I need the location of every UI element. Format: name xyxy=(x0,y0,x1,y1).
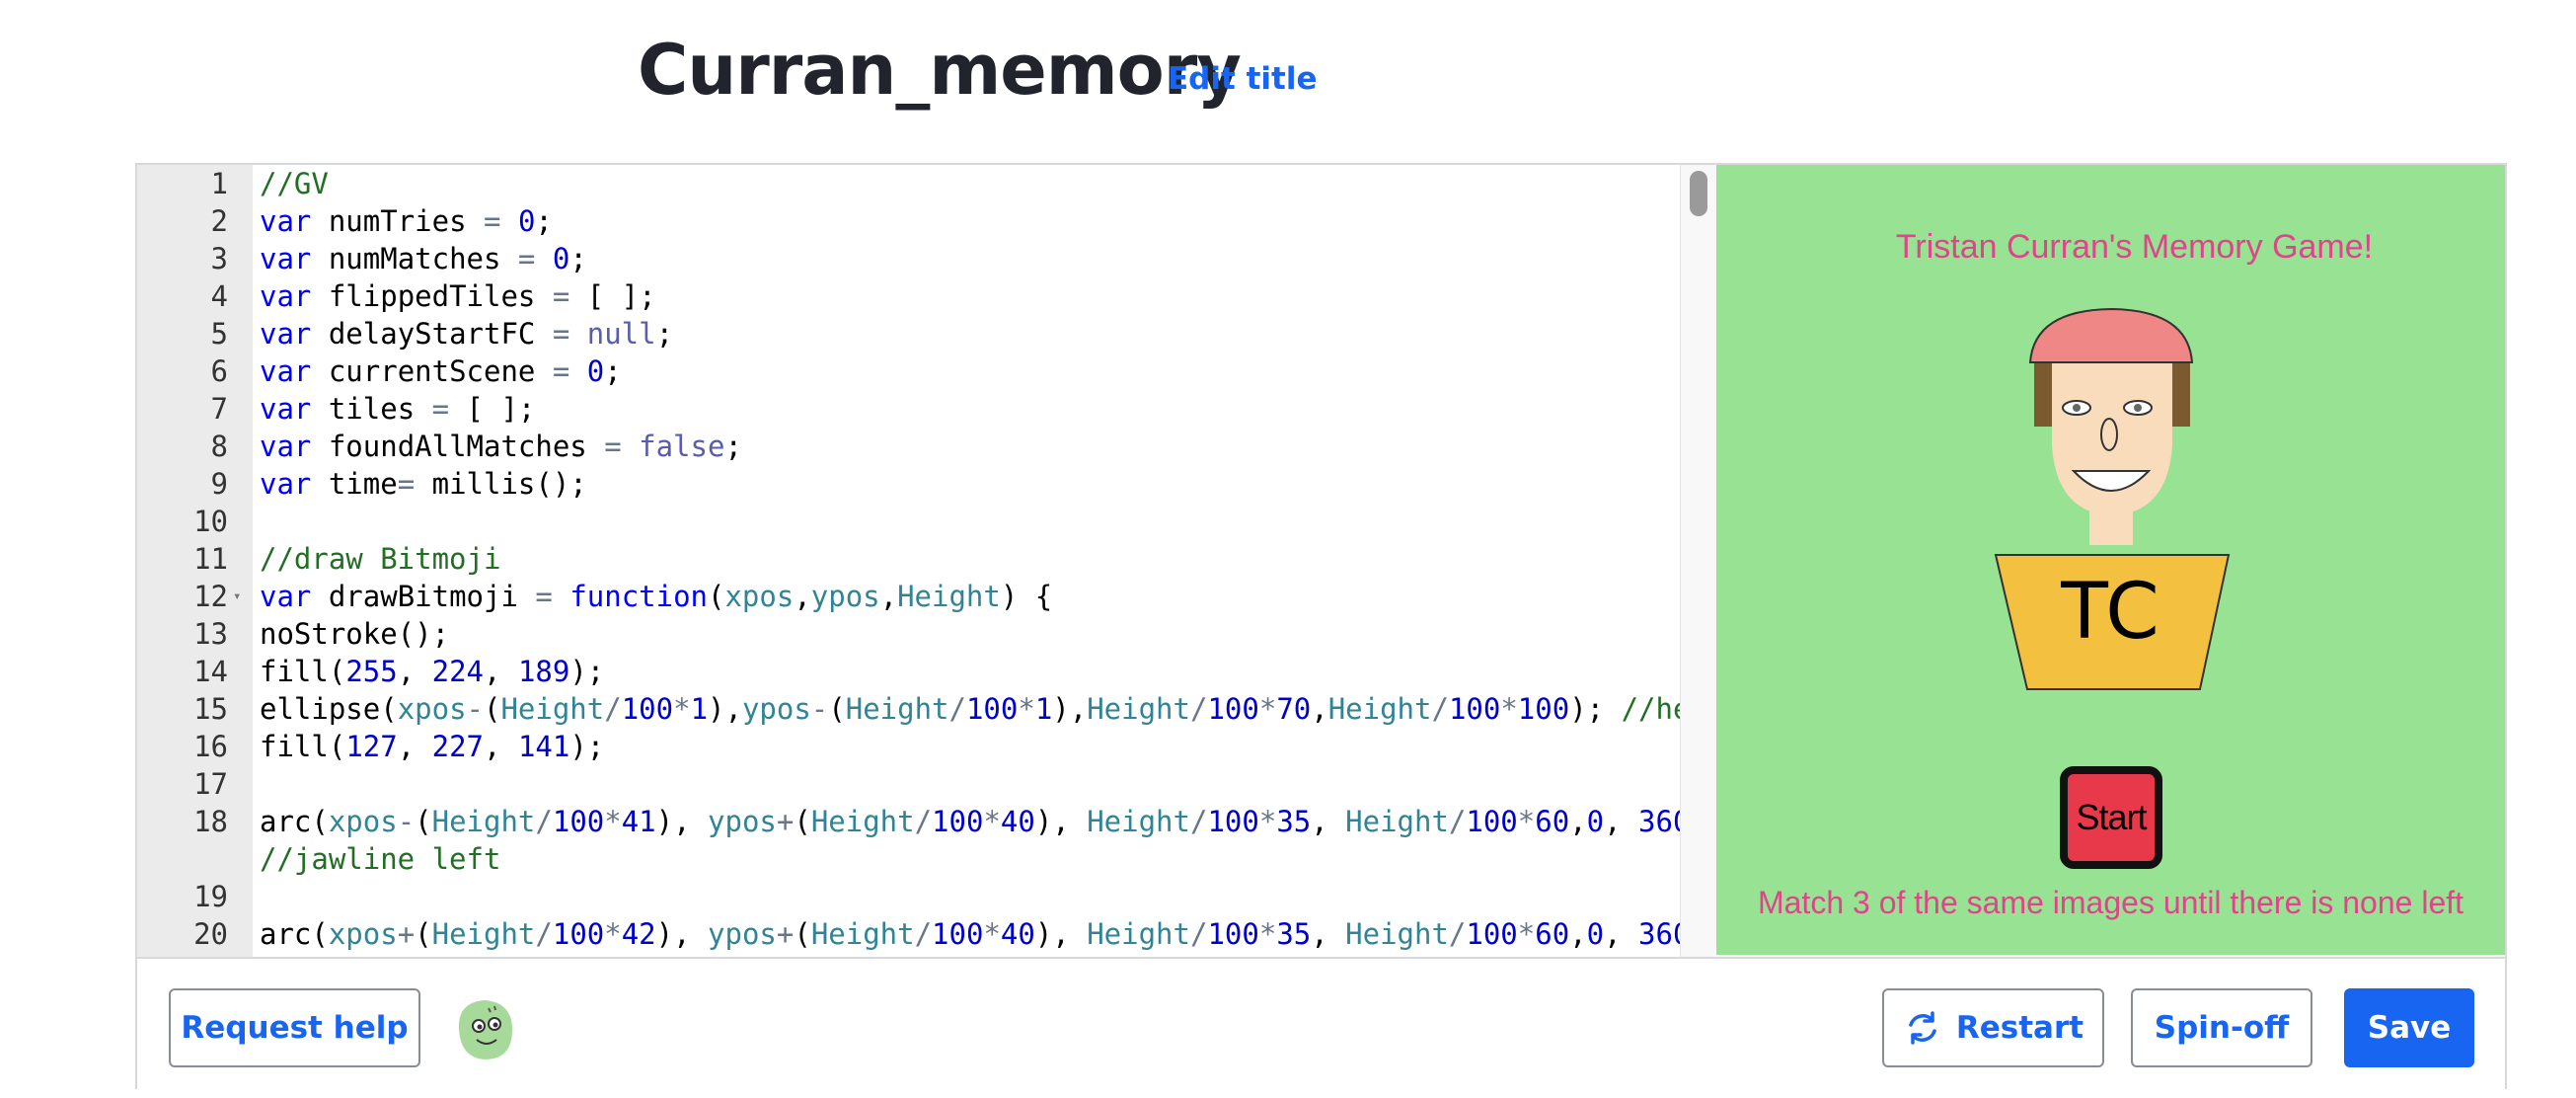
code-text[interactable]: //jawline left xyxy=(260,840,500,878)
code-text[interactable]: var currentScene = 0; xyxy=(260,353,622,390)
code-line[interactable]: 17 xyxy=(137,765,1680,803)
code-line[interactable]: 13 noStroke(); xyxy=(137,615,1680,653)
code-text[interactable]: var time= millis(); xyxy=(260,465,587,503)
code-editor[interactable]: 1 //GV 2 var numTries = 0; 3 var numMatches =… xyxy=(137,165,1716,957)
edit-title-link[interactable]: Edit title xyxy=(1168,61,1318,97)
game-instructions: Match 3 of the same images until there i… xyxy=(1757,885,2464,920)
code-lines[interactable]: 1 //GV 2 var numTries = 0; 3 var numMatches =… xyxy=(137,165,1716,957)
code-text[interactable]: noStroke(); xyxy=(260,615,449,653)
line-number: 9 xyxy=(210,467,228,501)
spin-off-button[interactable]: Spin-off xyxy=(2131,988,2312,1067)
code-line[interactable]: 6 var currentScene = 0; xyxy=(137,353,1680,390)
line-number: 11 xyxy=(193,542,228,576)
code-line[interactable]: 2 var numTries = 0; xyxy=(137,202,1680,240)
code-text[interactable]: var foundAllMatches = false; xyxy=(260,428,742,465)
badge-text: TC xyxy=(2061,568,2161,657)
bitmoji-cap xyxy=(2028,307,2194,363)
line-number: 7 xyxy=(210,392,228,426)
line-number: 3 xyxy=(210,242,228,275)
line-number: 10 xyxy=(193,505,228,538)
code-line[interactable]: 19 xyxy=(137,878,1680,915)
line-number: 16 xyxy=(193,730,228,763)
line-number: 2 xyxy=(210,204,228,238)
bitmoji-hair-right xyxy=(2170,357,2190,427)
start-button[interactable]: Start xyxy=(2064,797,2159,838)
code-line[interactable]: 4 var flippedTiles = [ ]; xyxy=(137,277,1680,315)
code-text[interactable]: var drawBitmoji = function(xpos,ypos,Hei… xyxy=(260,578,1052,615)
scrollbar-thumb[interactable] xyxy=(1690,171,1707,216)
line-number: 20 xyxy=(193,917,228,951)
bitmoji-hair-left xyxy=(2034,357,2054,427)
code-text[interactable]: arc(xpos+(Height/100*42), ypos+(Height/1… xyxy=(260,915,1690,953)
request-help-button[interactable]: Request help xyxy=(169,988,420,1067)
line-number: 8 xyxy=(210,430,228,463)
line-number: 19 xyxy=(193,880,228,913)
line-number: 18 xyxy=(193,805,228,838)
code-line[interactable]: 16 fill(127, 227, 141); xyxy=(137,728,1680,765)
code-line[interactable]: 14 fill(255, 224, 189); xyxy=(137,653,1680,690)
code-text[interactable]: var flippedTiles = [ ]; xyxy=(260,277,656,315)
restart-button[interactable]: Restart xyxy=(1882,988,2104,1067)
code-line[interactable]: 11 //draw Bitmoji xyxy=(137,540,1680,578)
fold-arrow-icon[interactable]: ▾ xyxy=(233,578,241,615)
code-line[interactable]: 3 var numMatches = 0; xyxy=(137,240,1680,277)
restart-icon xyxy=(1909,1011,1936,1045)
code-line[interactable]: 8 var foundAllMatches = false; xyxy=(137,428,1680,465)
code-text[interactable]: var numTries = 0; xyxy=(260,202,553,240)
line-number: 1 xyxy=(210,167,228,200)
page-title: Curran_memory xyxy=(638,30,1242,111)
code-line[interactable]: 15 ellipse(xpos-(Height/100*1),ypos-(Heig… xyxy=(137,690,1716,728)
code-line[interactable]: 10 xyxy=(137,503,1680,540)
code-text[interactable]: var delayStartFC = null; xyxy=(260,315,673,353)
program-output-canvas[interactable]: Tristan Curran's Memory Game! TC Start M… xyxy=(1716,165,2505,955)
code-line[interactable]: 9 var time= millis(); xyxy=(137,465,1680,503)
code-line[interactable]: //jawline left xyxy=(137,840,1680,878)
code-text[interactable]: //GV xyxy=(260,165,329,202)
code-line[interactable]: 7 var tiles = [ ]; xyxy=(137,390,1680,428)
line-number: 6 xyxy=(210,354,228,388)
line-number: 5 xyxy=(210,317,228,351)
code-text[interactable]: arc(xpos-(Height/100*41), ypos+(Height/1… xyxy=(260,803,1716,840)
save-button[interactable]: Save xyxy=(2344,988,2474,1067)
bottom-toolbar: Request help Restart Spin-off Save xyxy=(137,957,2505,1089)
code-text[interactable]: fill(255, 224, 189); xyxy=(260,653,604,690)
code-line[interactable]: 12 ▾ var drawBitmoji = function(xpos,ypos,… xyxy=(137,578,1680,615)
code-text[interactable]: ellipse(xpos-(Height/100*1),ypos-(Height… xyxy=(260,690,1716,728)
line-number: 14 xyxy=(193,655,228,688)
code-line[interactable]: 18 arc(xpos-(Height/100*41), ypos+(Height… xyxy=(137,803,1716,840)
restart-label: Restart xyxy=(1955,1010,2084,1046)
line-number: 17 xyxy=(193,767,228,801)
code-text[interactable]: var tiles = [ ]; xyxy=(260,390,535,428)
code-text[interactable]: fill(127, 227, 141); xyxy=(260,728,604,765)
code-text[interactable]: var numMatches = 0; xyxy=(260,240,587,277)
editor-scrollbar[interactable] xyxy=(1680,165,1717,957)
line-number: 13 xyxy=(193,617,228,651)
code-line[interactable]: 1 //GV xyxy=(137,165,1680,202)
line-number: 4 xyxy=(210,279,228,313)
code-text[interactable]: //draw Bitmoji xyxy=(260,540,500,578)
line-number: 15 xyxy=(193,692,228,726)
line-number: 12 xyxy=(193,580,228,613)
avatar[interactable] xyxy=(447,990,522,1065)
code-line[interactable]: 5 var delayStartFC = null; xyxy=(137,315,1680,353)
code-line[interactable]: 20 arc(xpos+(Height/100*42), ypos+(Height… xyxy=(137,915,1690,953)
